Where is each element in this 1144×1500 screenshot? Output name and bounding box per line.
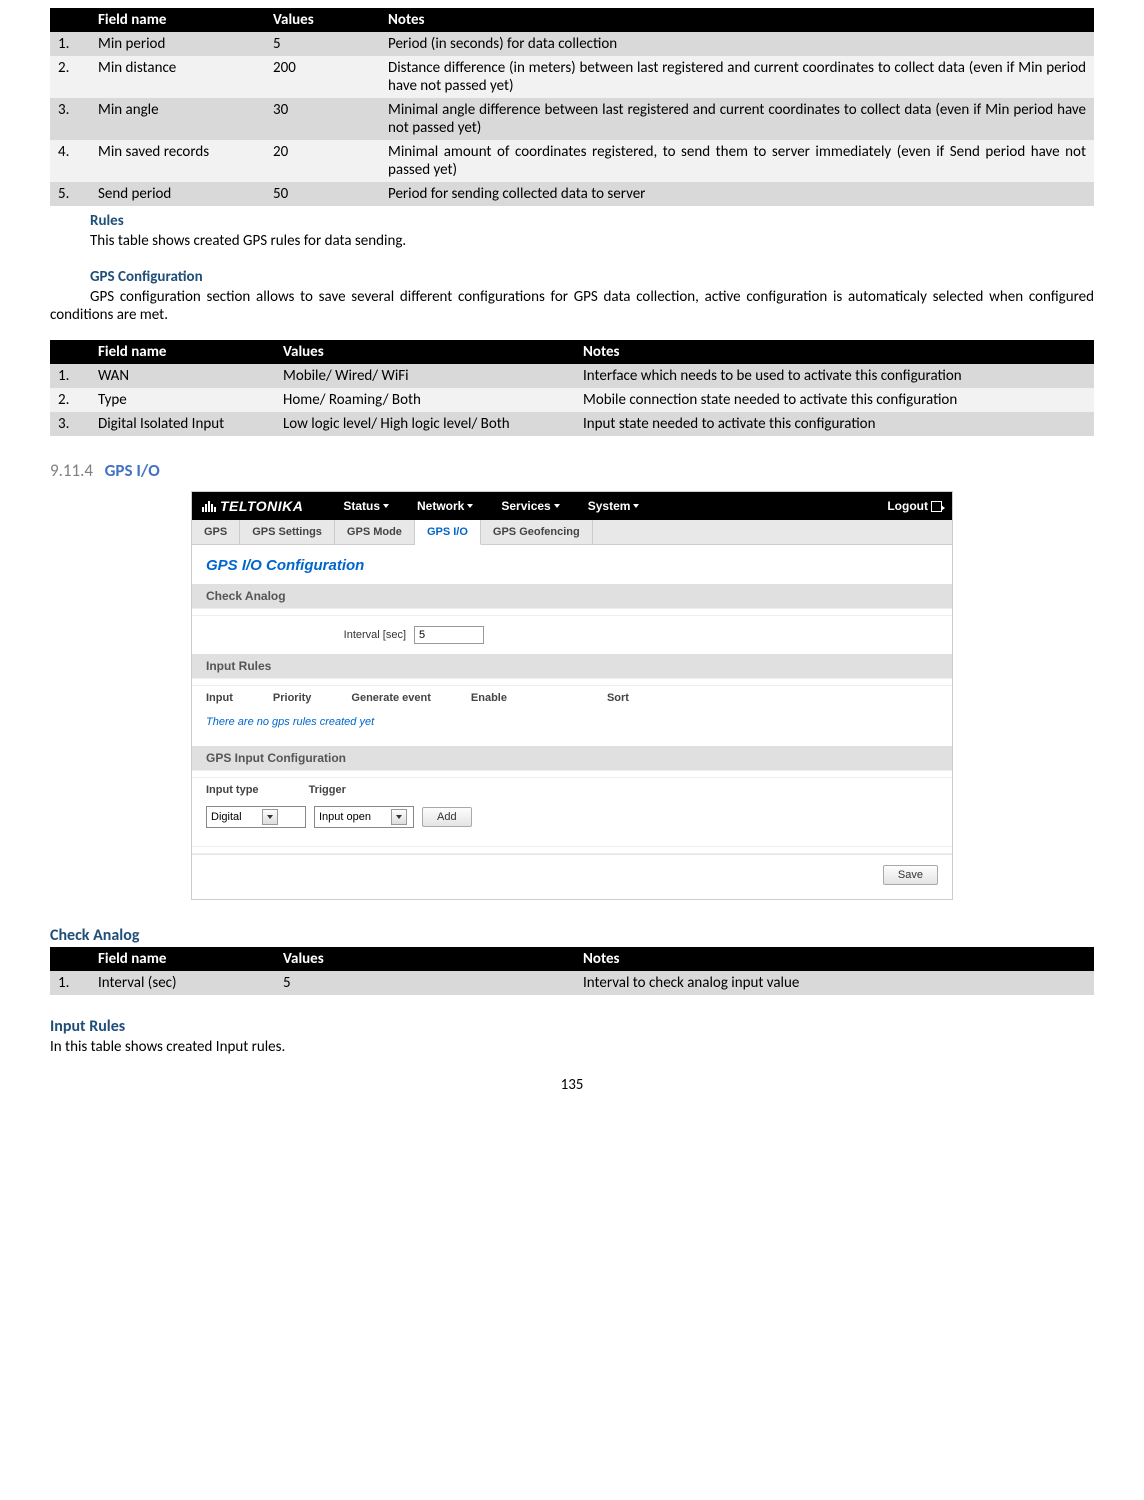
ui-screenshot: TELTONIKA Status Network Services System… [191,491,953,900]
panel-title: GPS I/O Configuration [192,545,952,584]
check-analog-heading: Check Analog [50,926,1094,945]
table-row: 2.TypeHome/ Roaming/ BothMobile connecti… [50,388,1094,412]
page-number: 135 [50,1076,1094,1094]
save-button[interactable]: Save [883,865,938,885]
col-priority: Priority [273,692,312,704]
section-check-analog: Check Analog [192,584,952,608]
table-row: 1.Min period5Period (in seconds) for dat… [50,32,1094,56]
top-bar: TELTONIKA Status Network Services System… [192,492,952,520]
section-title: GPS I/O [105,460,160,481]
chevron-down-icon [633,504,639,508]
table-header-row: Field name Values Notes [50,947,1094,971]
nav-services[interactable]: Services [501,499,559,513]
tab-gps-geofencing[interactable]: GPS Geofencing [481,520,593,544]
nav-status[interactable]: Status [343,499,389,513]
input-config-labels: Input type Trigger [192,778,952,802]
input-rules-text: In this table shows created Input rules. [50,1038,1094,1056]
chevron-down-icon [383,504,389,508]
logout-icon [931,501,942,512]
select-trigger[interactable]: Input open [314,806,414,828]
section-number: 9.11.4 [50,460,93,481]
table-gps-config: Field name Values Notes 1.WANMobile/ Wir… [50,340,1094,436]
table-check-analog: Field name Values Notes 1.Interval (sec)… [50,947,1094,995]
interval-input[interactable] [414,626,484,644]
th-field: Field name [90,8,265,32]
nav-system[interactable]: System [588,499,640,513]
rules-columns: Input Priority Generate event Enable Sor… [192,686,952,710]
brand-text: TELTONIKA [220,498,303,514]
sub-tabs: GPS GPS Settings GPS Mode GPS I/O GPS Ge… [192,520,952,545]
col-enable: Enable [471,692,507,704]
label-trigger: Trigger [309,784,346,796]
section-input-rules: Input Rules [192,654,952,678]
chevron-down-icon [554,504,560,508]
table-gps-fields: Field name Values Notes 1.Min period5Per… [50,8,1094,206]
table-row: 1.WANMobile/ Wired/ WiFiInterface which … [50,364,1094,388]
empty-rules-message: There are no gps rules created yet [192,710,952,746]
select-input-type[interactable]: Digital [206,806,306,828]
label-input-type: Input type [206,784,259,796]
col-input: Input [206,692,233,704]
tab-gps-mode[interactable]: GPS Mode [335,520,415,544]
rules-heading: Rules [90,212,1094,230]
interval-row: Interval [sec] [206,626,938,644]
gpsconf-text: GPS configuration section allows to save… [50,288,1094,324]
chevron-down-icon [467,504,473,508]
add-button[interactable]: Add [422,807,472,827]
chevron-down-icon [391,809,407,825]
nav-network[interactable]: Network [417,499,473,513]
col-sort: Sort [607,692,629,704]
section-gps-input-config: GPS Input Configuration [192,746,952,770]
chevron-down-icon [262,809,278,825]
table-header-row: Field name Values Notes [50,340,1094,364]
tab-gps-settings[interactable]: GPS Settings [240,520,335,544]
table-row: 2.Min distance200Distance difference (in… [50,56,1094,98]
logo-bars-icon [202,501,216,512]
section-heading: 9.11.4 GPS I/O [50,460,1094,481]
table-row: 3.Min angle30Minimal angle difference be… [50,98,1094,140]
rules-text: This table shows created GPS rules for d… [90,232,1094,250]
logout-link[interactable]: Logout [887,499,942,513]
top-nav: Status Network Services System [343,499,887,513]
th-notes: Notes [380,8,1094,32]
input-rules-heading: Input Rules [50,1017,1094,1036]
table-row: 1.Interval (sec)5Interval to check analo… [50,971,1094,995]
interval-label: Interval [sec] [206,629,414,641]
tab-gps[interactable]: GPS [192,520,240,544]
gpsconf-heading: GPS Configuration [90,268,1094,286]
col-generate: Generate event [351,692,430,704]
th-blank [50,8,90,32]
table-row: 5.Send period50Period for sending collec… [50,182,1094,206]
th-values: Values [265,8,380,32]
table-header-row: Field name Values Notes [50,8,1094,32]
input-config-row: Digital Input open Add [192,802,952,846]
table-row: 3.Digital Isolated InputLow logic level/… [50,412,1094,436]
brand-logo[interactable]: TELTONIKA [202,498,303,514]
table-row: 4.Min saved records20Minimal amount of c… [50,140,1094,182]
tab-gps-io[interactable]: GPS I/O [415,520,481,545]
